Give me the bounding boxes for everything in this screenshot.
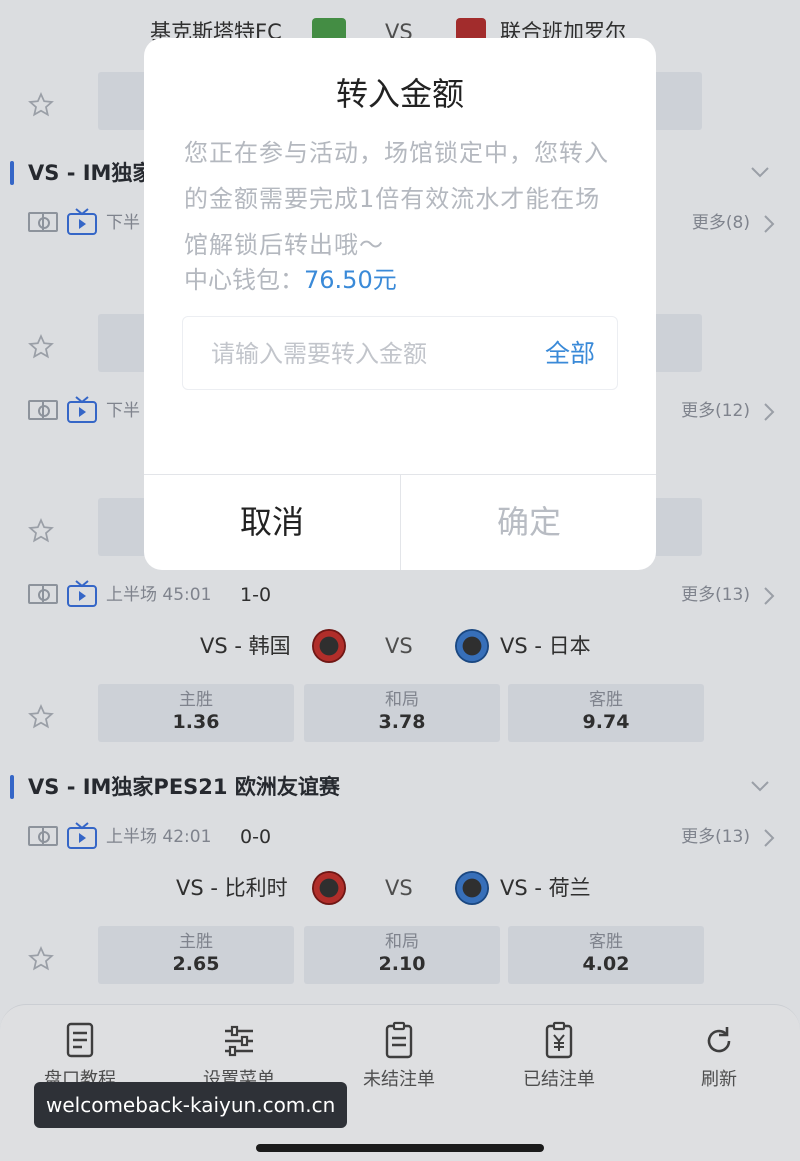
all-amount-button[interactable]: 全部 — [545, 334, 595, 374]
confirm-button[interactable]: 确定 — [401, 475, 656, 570]
transfer-amount-dialog: 转入金额 您正在参与活动，场馆锁定中，您转入的金额需要完成1倍有效流水才能在场馆… — [144, 38, 656, 570]
home-indicator[interactable] — [256, 1144, 544, 1152]
amount-input-box: 全部 — [182, 316, 618, 390]
wallet-balance: 中心钱包：76.50元 — [184, 262, 397, 298]
dialog-description: 您正在参与活动，场馆锁定中，您转入的金额需要完成1倍有效流水才能在场馆解锁后转出… — [184, 139, 609, 259]
watermark-label: welcomeback-kaiyun.com.cn — [34, 1082, 348, 1128]
cancel-button[interactable]: 取消 — [144, 475, 400, 570]
wallet-label: 中心钱包： — [184, 266, 304, 294]
wallet-value: 76.50元 — [304, 266, 397, 294]
dialog-title: 转入金额 — [335, 75, 464, 113]
transfer-amount-input[interactable] — [211, 334, 531, 374]
